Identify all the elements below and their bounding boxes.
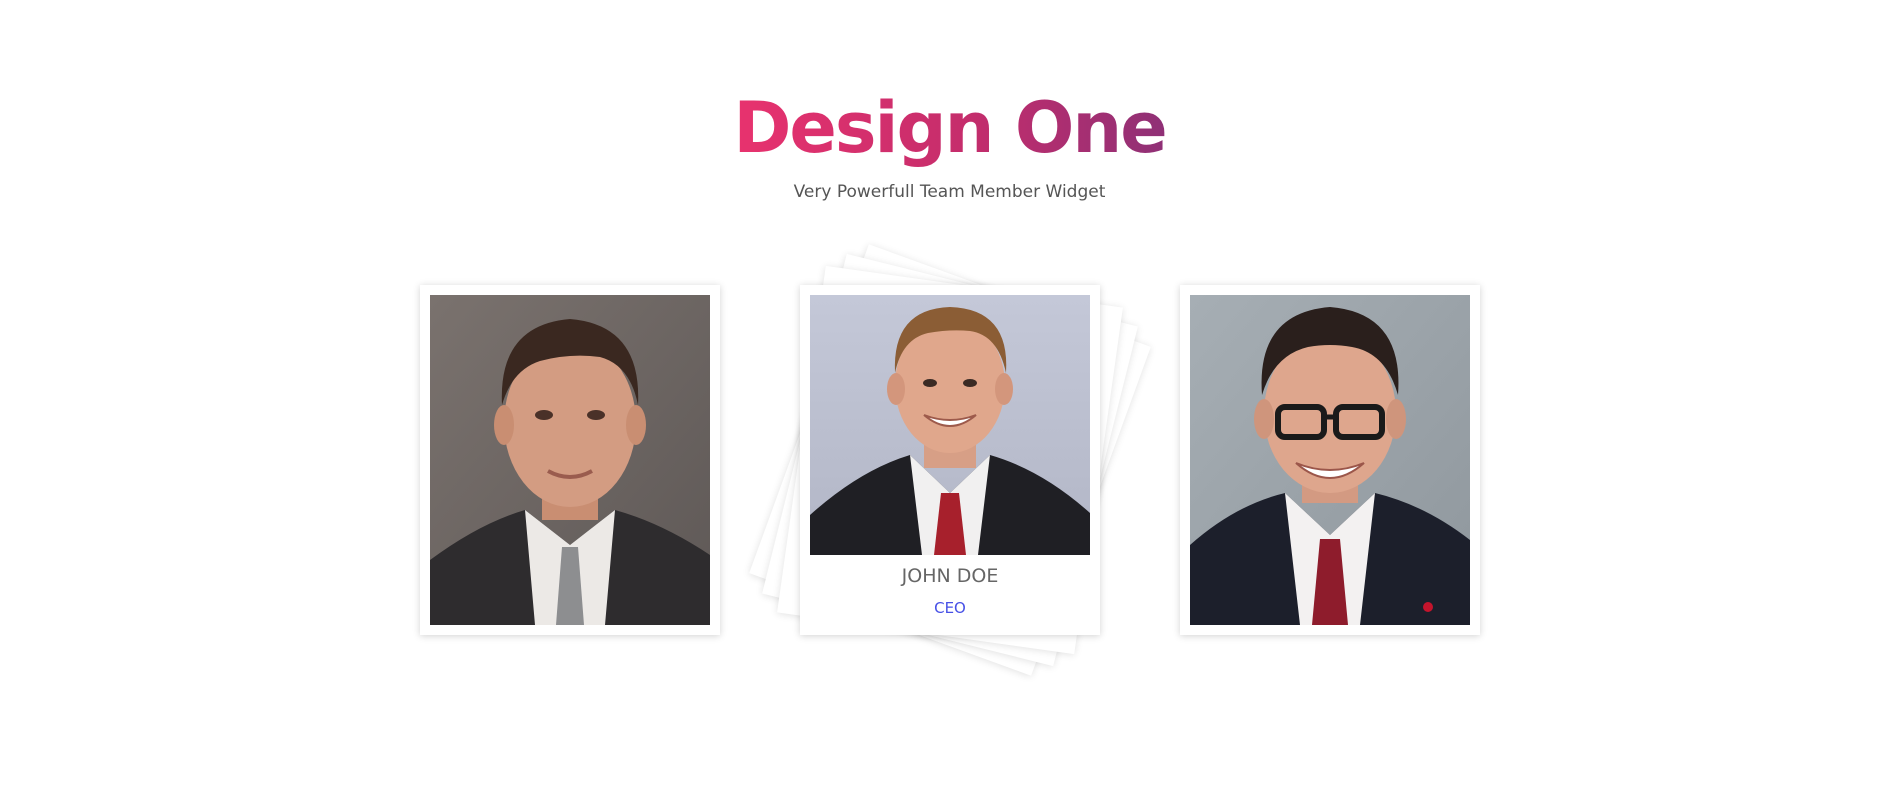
team-member-name: JOHN DOE [901,565,999,587]
team-member-card[interactable] [1180,285,1480,635]
team-member-role: CEO [934,599,966,617]
team-member-card[interactable]: JOHN DOE CEO [800,285,1100,635]
team-member-photo [1190,295,1470,625]
team-member-photo [430,295,710,625]
team-member-grid: JOHN DOE CEO [0,0,1899,801]
team-member-card[interactable] [420,285,720,635]
team-member-photo [810,295,1090,555]
